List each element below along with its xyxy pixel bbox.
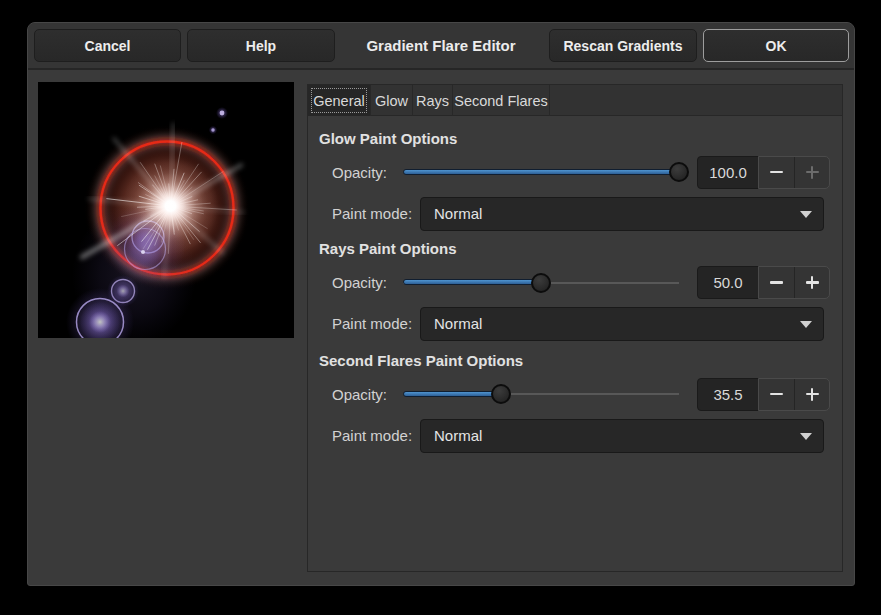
section-glow-paint-options: Glow Paint Options Opacity: 100.0 [308,130,843,234]
paint-mode-row: Paint mode: Normal [308,419,843,453]
plus-icon-vertical [811,166,814,179]
dropdown-arrow-icon [800,321,812,328]
slider-handle[interactable] [531,273,551,293]
dropdown-arrow-icon [800,211,812,218]
opacity-increase-button[interactable] [795,379,829,410]
screen: Cancel Help Gradient Flare Editor Rescan… [0,0,881,615]
ok-button[interactable]: OK [703,29,849,62]
minus-icon [770,393,783,396]
opacity-spinbutton: 100.0 [697,156,830,189]
opacity-row: Opacity: 100.0 [308,156,843,189]
tab-second-flares-label: Second Flares [454,93,548,109]
paint-mode-dropdown[interactable]: Normal [420,197,824,231]
opacity-increase-button[interactable] [795,157,829,188]
paint-mode-value: Normal [434,198,482,230]
opacity-spinbutton: 35.5 [697,378,830,411]
slider-fill [403,391,501,397]
slider-handle[interactable] [491,384,511,404]
dropdown-arrow-icon [800,433,812,440]
tab-glow[interactable]: Glow [371,85,413,116]
flare-preview [38,82,294,338]
tab-strip: General Glow Rays Second Flares [308,85,842,116]
tab-general[interactable]: General [308,85,371,116]
opacity-increase-button[interactable] [795,267,829,298]
paint-mode-dropdown[interactable]: Normal [420,307,824,341]
tab-rays[interactable]: Rays [413,85,453,116]
section-heading: Second Flares Paint Options [319,352,523,370]
tab-content-general: Glow Paint Options Opacity: 100.0 [308,117,842,571]
tab-focus-outline [311,88,367,113]
opacity-label: Opacity: [332,266,387,299]
section-rays-paint-options: Rays Paint Options Opacity: 50.0 [308,240,843,344]
opacity-row: Opacity: 50.0 [308,266,843,299]
spin-buttons [758,156,830,189]
paint-mode-row: Paint mode: Normal [308,307,843,341]
opacity-decrease-button[interactable] [759,267,795,298]
opacity-slider[interactable] [403,266,679,299]
flare-preview-image [38,82,294,338]
minus-icon [770,171,783,174]
paint-mode-label: Paint mode: [332,307,412,341]
paint-mode-dropdown[interactable]: Normal [420,419,824,453]
opacity-value[interactable]: 50.0 [697,266,759,299]
tab-second-flares[interactable]: Second Flares [453,85,550,116]
dialog-header: Cancel Help Gradient Flare Editor Rescan… [28,23,854,70]
paint-mode-value: Normal [434,308,482,340]
opacity-decrease-button[interactable] [759,157,795,188]
plus-icon-vertical [811,388,814,401]
opacity-label: Opacity: [332,378,387,411]
opacity-decrease-button[interactable] [759,379,795,410]
section-heading: Rays Paint Options [319,240,457,258]
tab-rays-label: Rays [416,93,449,109]
slider-fill [403,279,541,285]
opacity-slider[interactable] [403,156,679,189]
paint-mode-value: Normal [434,420,482,452]
opacity-value[interactable]: 100.0 [697,156,759,189]
plus-icon-vertical [811,276,814,289]
tab-glow-label: Glow [375,93,408,109]
slider-handle[interactable] [669,162,689,182]
paint-mode-label: Paint mode: [332,197,412,231]
rescan-gradients-button[interactable]: Rescan Gradients [549,29,697,62]
paint-mode-row: Paint mode: Normal [308,197,843,231]
gradient-flare-editor-dialog: Cancel Help Gradient Flare Editor Rescan… [27,22,855,586]
opacity-row: Opacity: 35.5 [308,378,843,411]
paint-mode-label: Paint mode: [332,419,412,453]
opacity-spinbutton: 50.0 [697,266,830,299]
opacity-value[interactable]: 35.5 [697,378,759,411]
section-heading: Glow Paint Options [319,130,457,148]
notebook: General Glow Rays Second Flares Glow Pai… [307,84,843,572]
minus-icon [770,281,783,284]
opacity-slider[interactable] [403,378,679,411]
opacity-label: Opacity: [332,156,387,189]
slider-fill [403,169,679,175]
spin-buttons [758,378,830,411]
section-second-flares-paint-options: Second Flares Paint Options Opacity: 35.… [308,352,843,456]
spin-buttons [758,266,830,299]
